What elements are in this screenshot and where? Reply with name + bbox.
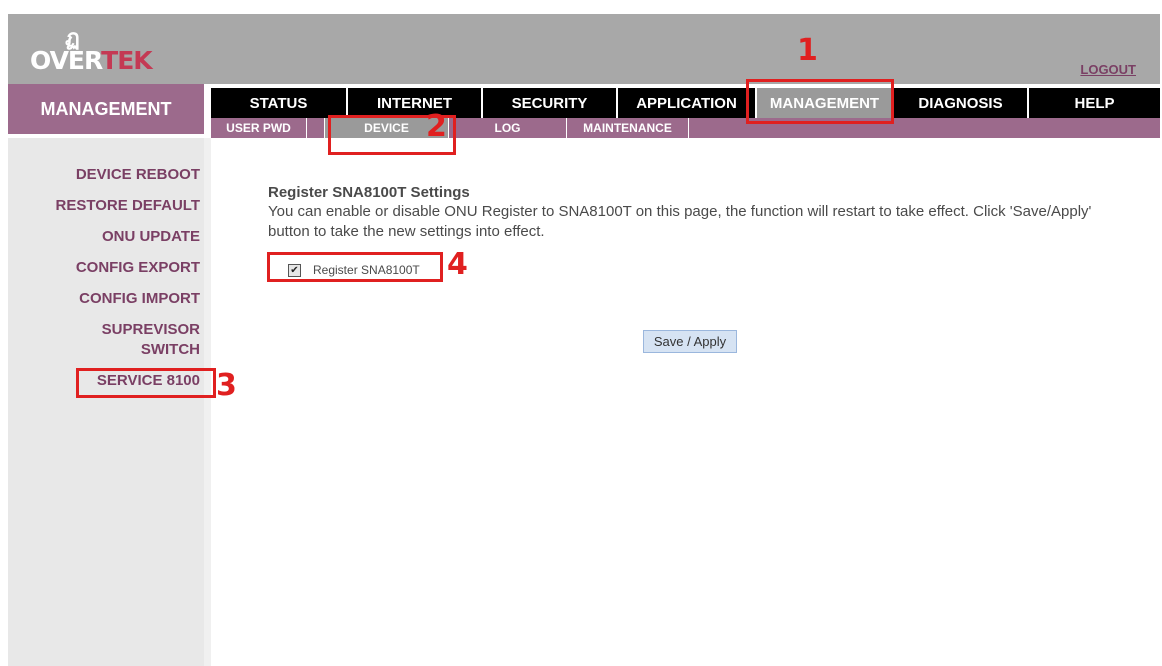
overtek-logo: ฏ OVERTEK bbox=[30, 20, 210, 80]
logo-text-over: OVER bbox=[30, 46, 102, 75]
main-nav: STATUS INTERNET SECURITY APPLICATION MAN… bbox=[211, 88, 1160, 118]
annotation-box-3 bbox=[76, 368, 216, 398]
sidebar-item-config-export[interactable]: CONFIG EXPORT bbox=[76, 258, 200, 278]
nav-tab-security[interactable]: SECURITY bbox=[483, 88, 618, 118]
nav-tab-status[interactable]: STATUS bbox=[211, 88, 348, 118]
section-title: MANAGEMENT bbox=[8, 84, 204, 134]
settings-title: Register SNA8100T Settings bbox=[268, 184, 470, 201]
annotation-number-4: 4 bbox=[447, 247, 468, 282]
sidebar: DEVICE REBOOT RESTORE DEFAULT ONU UPDATE… bbox=[8, 138, 204, 666]
nav-tab-diagnosis[interactable]: DIAGNOSIS bbox=[894, 88, 1029, 118]
sidebar-divider bbox=[204, 138, 211, 666]
sidebar-item-restore-default[interactable]: RESTORE DEFAULT bbox=[56, 196, 200, 216]
annotation-box-1 bbox=[746, 79, 894, 124]
main-content: Register SNA8100T Settings You can enabl… bbox=[211, 138, 1160, 666]
sidebar-item-supervisor-switch[interactable]: SUPREVISOR SWITCH bbox=[90, 320, 200, 360]
router-admin-page: ฏ OVERTEK LOGOUT MANAGEMENT STATUS INTER… bbox=[8, 14, 1160, 666]
annotation-box-4 bbox=[267, 252, 443, 282]
sidebar-item-device-reboot[interactable]: DEVICE REBOOT bbox=[76, 165, 200, 185]
subtab-log[interactable]: LOG bbox=[449, 118, 567, 138]
logo-text-tek: TEK bbox=[101, 46, 153, 75]
annotation-number-1: 1 bbox=[797, 33, 818, 68]
save-apply-button[interactable]: Save / Apply bbox=[643, 330, 737, 353]
subtab-user-pwd[interactable]: USER PWD bbox=[211, 118, 307, 138]
sidebar-item-onu-update[interactable]: ONU UPDATE bbox=[102, 227, 200, 247]
nav-tab-help[interactable]: HELP bbox=[1029, 88, 1160, 118]
annotation-number-2: 2 bbox=[426, 109, 447, 144]
annotation-number-3: 3 bbox=[216, 368, 237, 403]
settings-description: You can enable or disable ONU Register t… bbox=[268, 203, 1092, 240]
nav-tab-application[interactable]: APPLICATION bbox=[618, 88, 757, 118]
nav-tab-internet[interactable]: INTERNET bbox=[348, 88, 483, 118]
sidebar-item-config-import[interactable]: CONFIG IMPORT bbox=[79, 289, 200, 309]
header-banner: ฏ OVERTEK LOGOUT bbox=[8, 14, 1160, 84]
logout-link[interactable]: LOGOUT bbox=[1080, 62, 1136, 77]
subtab-maintenance[interactable]: MAINTENANCE bbox=[567, 118, 689, 138]
